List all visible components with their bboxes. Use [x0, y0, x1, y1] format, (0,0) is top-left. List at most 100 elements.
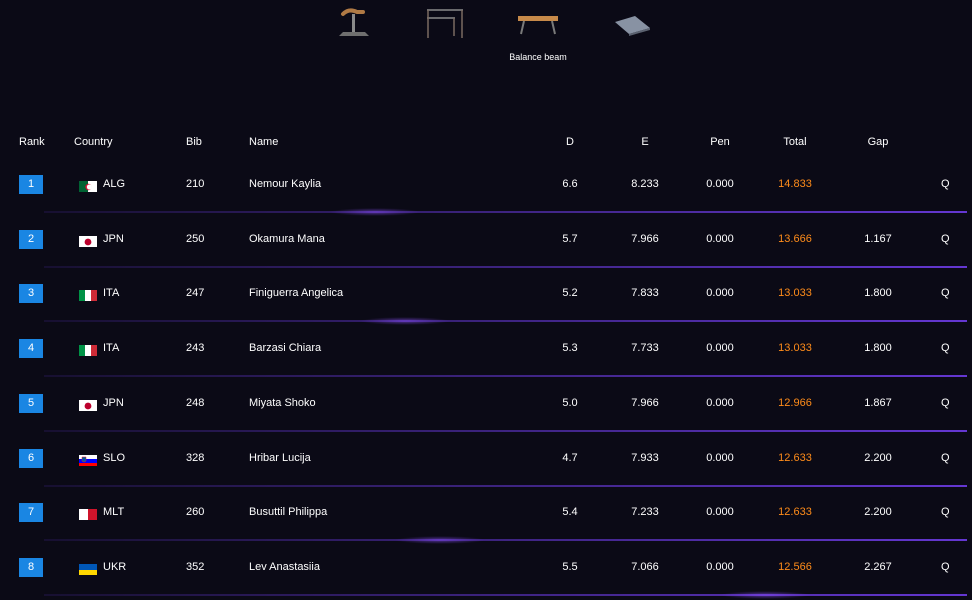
- penalty: 0.000: [706, 287, 734, 300]
- penalty: 0.000: [706, 560, 734, 573]
- rank-badge: 6: [19, 448, 43, 468]
- d-score: 5.3: [562, 342, 578, 355]
- header-bib: Bib: [186, 136, 202, 148]
- e-score: 7.933: [631, 451, 659, 464]
- gap-value: 2.267: [864, 560, 892, 573]
- flag-ukr-icon: [79, 563, 97, 575]
- d-score: 5.0: [562, 396, 578, 409]
- total-score: 13.666: [778, 232, 812, 245]
- total-score: 13.033: [778, 287, 812, 300]
- qualified-marker: Q: [941, 396, 950, 409]
- rank-badge: 4: [19, 339, 43, 359]
- divider-glow: [720, 590, 810, 599]
- athlete-name[interactable]: Okamura Mana: [249, 233, 325, 246]
- total-score: 12.566: [778, 560, 812, 573]
- e-score: 7.966: [631, 396, 659, 409]
- flag-jpn-icon: [79, 235, 97, 247]
- country-code: SLO: [103, 451, 126, 464]
- table-row[interactable]: 1 ALG 210 Nemour Kaylia 6.6 8.233 0.000 14.833 Q: [0, 158, 972, 216]
- penalty: 0.000: [706, 342, 734, 355]
- athlete-name[interactable]: Barzasi Chiara: [249, 342, 321, 355]
- pommel-horse-icon: [339, 8, 369, 36]
- d-score: 5.4: [562, 506, 578, 519]
- flag-alg-icon: [79, 180, 97, 192]
- rank-badge: 8: [19, 557, 43, 577]
- d-score: 6.6: [562, 178, 578, 190]
- e-score: 7.066: [631, 560, 659, 573]
- total-score: 14.833: [778, 178, 812, 190]
- uneven-bars-icon: [427, 9, 463, 38]
- table-header: Rank Country Bib Name D E Pen Total Gap: [0, 136, 972, 150]
- balance-beam-icon: [518, 16, 558, 35]
- total-score: 12.966: [778, 396, 812, 409]
- d-score: 4.7: [562, 451, 578, 464]
- e-score: 7.966: [631, 232, 659, 245]
- rank-badge: 5: [19, 393, 43, 413]
- e-score: 7.833: [631, 287, 659, 300]
- qualified-marker: Q: [941, 451, 950, 464]
- table-row[interactable]: 8 UKR 352 Lev Anastasiia 5.5 7.066 0.000 12.566…: [0, 541, 972, 599]
- athlete-name[interactable]: Hribar Lucija: [249, 452, 311, 465]
- header-e: E: [641, 136, 649, 148]
- row-divider: [44, 593, 967, 596]
- flag-ita-icon: [79, 289, 97, 302]
- d-score: 5.5: [562, 560, 578, 573]
- header-total: Total: [783, 136, 807, 148]
- country-code: ITA: [103, 287, 120, 300]
- apparatus-balance-beam[interactable]: Balance beam: [508, 4, 568, 64]
- gap-value: 1.800: [864, 287, 892, 300]
- table-row[interactable]: 2 JPN 250 Okamura Mana 5.7 7.966 0.000 13.666 1.…: [0, 213, 972, 268]
- e-score: 7.233: [631, 506, 659, 519]
- qualified-marker: Q: [941, 287, 950, 300]
- table-row[interactable]: 4 ITA 243 Barzasi Chiara 5.3 7.733 0.000 13.033…: [0, 322, 972, 378]
- header-name: Name: [249, 136, 279, 148]
- total-score: 12.633: [778, 451, 812, 464]
- total-score: 13.033: [778, 342, 812, 355]
- gap-value: 2.200: [864, 451, 892, 464]
- athlete-name[interactable]: Busuttil Philippa: [249, 506, 327, 519]
- bib-number: 328: [186, 451, 205, 464]
- country-code: UKR: [103, 560, 127, 573]
- rank-badge: 7: [19, 503, 43, 523]
- athlete-name[interactable]: Lev Anastasiia: [249, 561, 320, 574]
- flag-slo-icon: [79, 454, 97, 466]
- apparatus-uneven-bars[interactable]: [415, 4, 475, 64]
- table-row[interactable]: 7 MLT 260 Busuttil Philippa 5.4 7.233 0.000 12.…: [0, 486, 972, 545]
- apparatus-label: Balance beam: [509, 52, 567, 62]
- bib-number: 260: [186, 506, 205, 519]
- e-score: 8.233: [631, 178, 659, 190]
- country-code: ALG: [103, 178, 126, 190]
- penalty: 0.000: [706, 178, 734, 190]
- total-score: 12.633: [778, 506, 812, 519]
- header-d: D: [566, 136, 574, 148]
- rank-badge: 3: [19, 284, 43, 304]
- header-gap: Gap: [867, 136, 889, 148]
- header-country: Country: [74, 136, 113, 148]
- gap-value: 1.800: [864, 342, 892, 355]
- apparatus-floor[interactable]: [605, 4, 665, 64]
- bib-number: 250: [186, 232, 205, 245]
- qualified-marker: Q: [941, 232, 950, 245]
- flag-ita-icon: [79, 344, 97, 357]
- bib-number: 210: [186, 178, 205, 190]
- e-score: 7.733: [631, 342, 659, 355]
- athlete-name[interactable]: Nemour Kaylia: [249, 178, 321, 191]
- gap-value: 1.867: [864, 396, 892, 409]
- athlete-name[interactable]: Finiguerra Angelica: [249, 287, 343, 300]
- country-code: JPN: [103, 396, 124, 409]
- table-row[interactable]: 6 SLO 328 Hribar Lucija 4.7 7.933 0.000 12.633 2…: [0, 432, 972, 487]
- bib-number: 352: [186, 560, 205, 573]
- athlete-name[interactable]: Miyata Shoko: [249, 397, 316, 410]
- penalty: 0.000: [706, 396, 734, 409]
- country-code: MLT: [103, 506, 125, 519]
- bib-number: 248: [186, 396, 205, 409]
- flag-mlt-icon: [79, 508, 97, 521]
- floor-icon: [615, 16, 650, 36]
- apparatus-selector: Balance beam: [0, 0, 972, 70]
- table-row[interactable]: 3 ITA 247 Finiguerra Angelica 5.2 7.833 0.000 1…: [0, 267, 972, 326]
- qualified-marker: Q: [941, 560, 950, 573]
- header-pen: Pen: [710, 136, 730, 148]
- table-row[interactable]: 5 JPN 248 Miyata Shoko 5.0 7.966 0.000 12.966 1.…: [0, 377, 972, 432]
- apparatus-pommel-horse[interactable]: [325, 4, 385, 64]
- bib-number: 247: [186, 287, 205, 300]
